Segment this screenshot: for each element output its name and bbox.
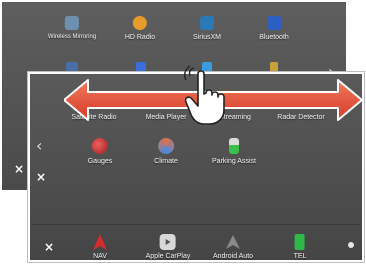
bluetooth-icon (267, 16, 281, 30)
dock-tel[interactable]: TEL (293, 234, 307, 260)
climate-icon (157, 138, 174, 154)
hd-radio-icon (132, 16, 147, 30)
siriusxm-icon (199, 16, 214, 30)
app-label: HD Radio (124, 34, 156, 41)
app-hd-radio[interactable]: HD Radio (125, 16, 155, 41)
app-siriusxm[interactable]: SiriusXM (193, 16, 221, 41)
app-label: Bluetooth (259, 34, 289, 41)
dock-label: Android Auto (212, 253, 254, 260)
nav-icon (93, 234, 107, 250)
dock-label: TEL (293, 253, 307, 260)
tel-icon (295, 234, 305, 250)
app-bluetooth[interactable]: Bluetooth (259, 16, 289, 41)
dock-divider (32, 224, 360, 225)
dock-label: Apple CarPlay (145, 253, 191, 260)
close-button[interactable]: × (36, 170, 46, 184)
app-label: Climate (154, 158, 178, 165)
apple-carplay-icon (160, 234, 176, 250)
app-label: Gauges (87, 158, 113, 165)
partial-app-icon (136, 62, 146, 72)
app-parking-assist[interactable]: Parking Assist (212, 138, 256, 165)
dock-apple-carplay[interactable]: Apple CarPlay (145, 234, 191, 260)
close-button[interactable]: × (14, 162, 24, 176)
swipe-hand-icon (183, 66, 225, 125)
partial-app-icon (270, 62, 278, 72)
wireless-mirroring-icon (65, 16, 79, 30)
parking-assist-icon (229, 138, 239, 154)
app-label: Wireless Mirroring (47, 34, 97, 40)
close-dock-button[interactable]: × (44, 240, 54, 254)
dock-android-auto[interactable]: Android Auto (213, 234, 253, 260)
app-climate[interactable]: Climate (154, 138, 178, 165)
settings-dot-icon[interactable] (348, 242, 354, 248)
dock-nav[interactable]: NAV (93, 234, 107, 260)
app-label: SiriusXM (192, 34, 222, 41)
partial-app-icon (66, 62, 78, 72)
android-auto-icon (226, 235, 240, 249)
gauges-icon (92, 138, 108, 154)
dock-label: NAV (93, 253, 107, 260)
app-label: Parking Assist (212, 158, 256, 165)
app-wireless-mirroring[interactable]: Wireless Mirroring (48, 16, 96, 40)
app-gauges[interactable]: Gauges (87, 138, 113, 165)
prev-page-chevron-icon[interactable]: ‹ (36, 136, 42, 155)
